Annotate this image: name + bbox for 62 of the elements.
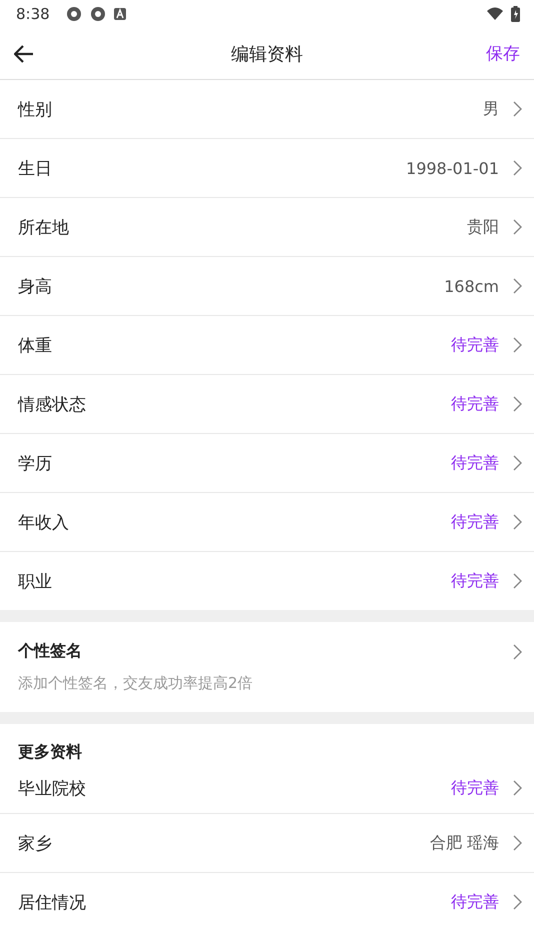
chevron-icon	[513, 219, 522, 235]
row-label: 身高	[18, 276, 52, 298]
row-label: 性别	[18, 98, 52, 120]
app-icon	[114, 8, 126, 20]
row-value: 待完善	[451, 512, 499, 532]
chevron-icon	[513, 455, 522, 471]
profile-row[interactable]: 生日 1998-01-01	[0, 139, 534, 198]
chevron-icon	[513, 780, 522, 796]
wifi-icon	[487, 6, 503, 22]
row-label: 生日	[18, 158, 52, 180]
row-label: 毕业院校	[18, 778, 86, 800]
profile-row[interactable]: 体重 待完善	[0, 316, 534, 375]
row-label: 所在地	[18, 216, 69, 238]
row-label: 居住情况	[18, 892, 86, 914]
row-value: 待完善	[451, 452, 499, 474]
chevron-icon	[513, 337, 522, 353]
row-value: 待完善	[451, 334, 499, 356]
chevron-icon	[513, 835, 522, 851]
row-value: 待完善	[451, 892, 499, 912]
row-value: 待完善	[451, 778, 499, 798]
row-label: 职业	[18, 570, 52, 592]
profile-row[interactable]: 学历 待完善	[0, 434, 534, 493]
profile-row[interactable]: 情感状态 待完善	[0, 375, 534, 434]
signature-hint: 添加个性签名，交友成功率提高2倍	[18, 674, 254, 693]
profile-row[interactable]: 所在地 贵阳	[0, 198, 534, 257]
chevron-icon	[513, 644, 522, 660]
profile-row[interactable]: 居住情况 待完善	[0, 873, 534, 931]
aperture-icon	[90, 6, 106, 22]
chevron-icon	[513, 101, 522, 117]
chevron-icon	[513, 396, 522, 412]
chevron-icon	[513, 278, 522, 294]
profile-row[interactable]: 家乡 合肥 瑶海	[0, 814, 534, 873]
profile-row[interactable]: 年收入 待完善	[0, 493, 534, 552]
profile-row[interactable]: 性别 男	[0, 80, 534, 139]
row-value: 男	[483, 98, 499, 120]
chevron-icon	[513, 894, 522, 910]
row-label: 体重	[18, 334, 52, 356]
aperture-icon	[66, 6, 82, 22]
row-label: 家乡	[18, 832, 52, 854]
back-arrow-icon[interactable]	[14, 44, 34, 62]
row-value: 待完善	[451, 394, 499, 414]
profile-row[interactable]: 职业 待完善	[0, 552, 534, 610]
chevron-icon	[513, 514, 522, 530]
row-value: 合肥 瑶海	[430, 832, 499, 854]
chevron-icon	[513, 573, 522, 589]
battery-icon	[511, 6, 520, 22]
profile-row[interactable]: 毕业院校 待完善	[0, 763, 534, 814]
row-value: 待完善	[451, 570, 499, 592]
more-title: 更多资料	[17, 741, 83, 763]
row-label: 情感状态	[18, 394, 86, 416]
row-value: 贵阳	[467, 216, 499, 238]
signature-panel[interactable]: 个性签名 添加个性签名，交友成功率提高2倍	[0, 622, 534, 712]
profile-row[interactable]: 身高 168cm	[0, 257, 534, 316]
row-value: 168cm	[444, 276, 499, 296]
row-label: 学历	[18, 452, 52, 474]
save-button[interactable]: 保存	[486, 42, 520, 65]
chevron-icon	[513, 160, 522, 176]
status-time: 8:38	[16, 5, 50, 23]
row-label: 年收入	[18, 512, 69, 534]
page-title: 编辑资料	[230, 42, 304, 66]
row-value: 1998-01-01	[406, 158, 499, 178]
signature-title: 个性签名	[18, 641, 82, 662]
